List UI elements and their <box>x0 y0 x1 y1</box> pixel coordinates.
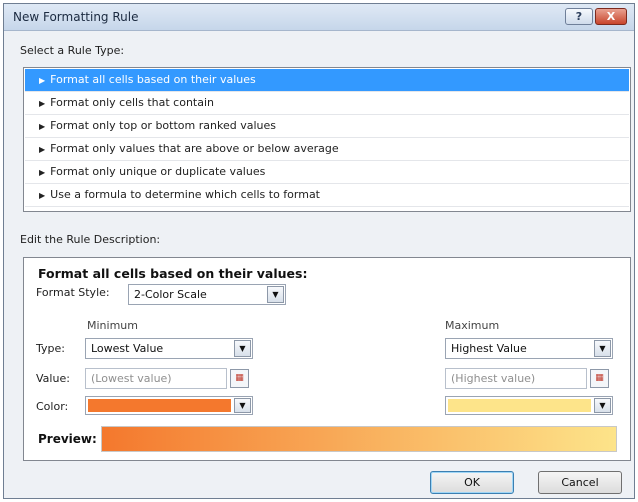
rule-description-heading: Format all cells based on their values: <box>38 266 308 281</box>
select-rule-type-label: Select a Rule Type: <box>20 44 124 57</box>
value-label: Value: <box>36 372 70 385</box>
rule-type-label: Format only unique or duplicate values <box>50 165 266 178</box>
rule-type-item[interactable]: ▶ Format only unique or duplicate values <box>25 161 629 184</box>
arrow-right-icon: ▶ <box>39 76 46 85</box>
cancel-button[interactable]: Cancel <box>538 471 622 494</box>
ok-button[interactable]: OK <box>430 471 514 494</box>
rule-type-item[interactable]: ▶ Format all cells based on their values <box>25 69 629 92</box>
format-style-select[interactable]: 2-Color Scale ▼ <box>128 284 286 305</box>
rule-type-label: Format only top or bottom ranked values <box>50 119 276 132</box>
chevron-down-icon[interactable]: ▼ <box>594 340 611 357</box>
rule-type-item[interactable]: ▶ Format only cells that contain <box>25 92 629 115</box>
rule-description-panel: Format all cells based on their values: … <box>23 257 631 461</box>
maximum-color-picker[interactable]: ▼ <box>445 396 613 415</box>
rule-type-label: Format only cells that contain <box>50 96 215 109</box>
select-rule-type-label-text: Select a Rule Type: <box>20 44 125 57</box>
chevron-down-icon[interactable]: ▼ <box>234 340 251 357</box>
title-bar: New Formatting Rule ? X <box>4 4 634 31</box>
minimum-value-input[interactable]: (Lowest value) <box>85 368 227 389</box>
maximum-header: Maximum <box>445 319 500 332</box>
arrow-right-icon: ▶ <box>39 99 46 108</box>
close-button[interactable]: X <box>595 8 627 25</box>
format-style-value: 2-Color Scale <box>134 288 207 301</box>
maximum-type-value: Highest Value <box>451 342 527 355</box>
minimum-type-select[interactable]: Lowest Value ▼ <box>85 338 253 359</box>
minimum-value-placeholder: (Lowest value) <box>91 372 172 385</box>
minimum-color-swatch <box>88 399 231 412</box>
rule-type-label: Format only values that are above or bel… <box>50 142 339 155</box>
preview-gradient-bar <box>101 426 617 452</box>
rule-type-item[interactable]: ▶ Format only top or bottom ranked values <box>25 115 629 138</box>
chevron-down-icon[interactable]: ▼ <box>594 398 611 413</box>
minimum-header: Minimum <box>87 319 138 332</box>
rule-type-list: ▶ Format all cells based on their values … <box>23 67 631 212</box>
help-button[interactable]: ? <box>565 8 593 25</box>
rule-type-label: Use a formula to determine which cells t… <box>50 188 320 201</box>
dialog-title: New Formatting Rule <box>13 10 139 24</box>
range-select-icon[interactable]: ▦ <box>230 369 249 388</box>
rule-type-item[interactable]: ▶ Format only values that are above or be… <box>25 138 629 161</box>
arrow-right-icon: ▶ <box>39 122 46 131</box>
maximum-type-select[interactable]: Highest Value ▼ <box>445 338 613 359</box>
new-formatting-rule-dialog: New Formatting Rule ? X Select a Rule Ty… <box>3 3 635 499</box>
edit-rule-description-label: Edit the Rule Description: <box>20 233 161 246</box>
rule-type-label: Format all cells based on their values <box>50 73 256 86</box>
chevron-down-icon[interactable]: ▼ <box>234 398 251 413</box>
chevron-down-icon[interactable]: ▼ <box>267 286 284 303</box>
maximum-value-placeholder: (Highest value) <box>451 372 536 385</box>
range-select-icon[interactable]: ▦ <box>590 369 609 388</box>
arrow-right-icon: ▶ <box>39 145 46 154</box>
maximum-color-swatch <box>448 399 591 412</box>
color-label: Color: <box>36 400 69 413</box>
type-label: Type: <box>36 342 65 355</box>
preview-label: Preview: <box>38 432 97 446</box>
rule-type-item[interactable]: ▶ Use a formula to determine which cells … <box>25 184 629 207</box>
format-style-label: Format Style: <box>36 286 110 299</box>
maximum-value-input[interactable]: (Highest value) <box>445 368 587 389</box>
minimum-type-value: Lowest Value <box>91 342 164 355</box>
arrow-right-icon: ▶ <box>39 191 46 200</box>
minimum-color-picker[interactable]: ▼ <box>85 396 253 415</box>
arrow-right-icon: ▶ <box>39 168 46 177</box>
